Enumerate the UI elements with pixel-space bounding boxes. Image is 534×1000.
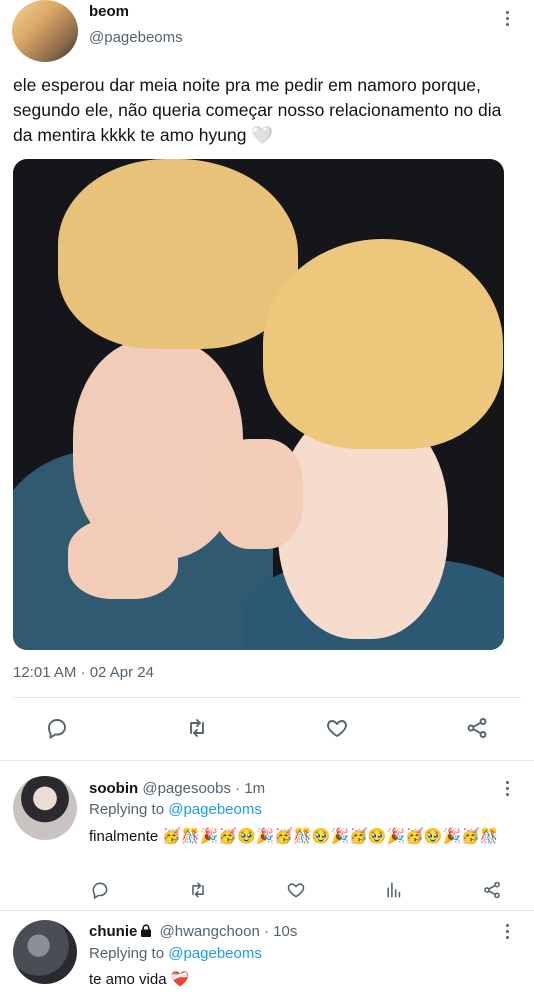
tweet-photo[interactable] xyxy=(13,159,504,650)
author-avatar[interactable] xyxy=(12,0,78,62)
retweet-icon[interactable] xyxy=(185,877,211,903)
like-icon[interactable] xyxy=(324,715,350,741)
author-handle[interactable]: @pagebeoms xyxy=(89,29,183,46)
replying-to-mention[interactable]: @pagebeoms xyxy=(168,945,262,962)
replying-to-mention[interactable]: @pagebeoms xyxy=(168,801,262,818)
replying-to: Replying to @pagebeoms xyxy=(89,801,262,818)
views-icon[interactable] xyxy=(381,877,407,903)
more-options-icon[interactable] xyxy=(497,921,517,941)
section-divider xyxy=(0,760,534,761)
retweet-icon[interactable] xyxy=(184,715,210,741)
replying-to: Replying to @pagebeoms xyxy=(89,945,262,962)
divider xyxy=(13,697,521,698)
reply-text: finalmente 🥳🎊🎉🥳🥹🎉🥳🎊🥹🎉🥳🥹🎉🥳🥹🎉🥳🎊 xyxy=(89,828,499,845)
author-name[interactable]: beom xyxy=(89,3,129,20)
like-icon[interactable] xyxy=(283,877,309,903)
reply-avatar[interactable] xyxy=(13,776,77,840)
replying-to-label: Replying to xyxy=(89,945,169,962)
tweet-timestamp[interactable]: 12:01 AM · 02 Apr 24 xyxy=(13,664,154,681)
lock-icon xyxy=(140,924,152,937)
replying-to-label: Replying to xyxy=(89,801,169,818)
reply-separator: · xyxy=(235,780,241,797)
section-divider xyxy=(0,910,534,911)
more-options-icon[interactable] xyxy=(497,778,517,798)
reply-avatar[interactable] xyxy=(13,920,77,984)
reply-header: soobin @pagesoobs · 1m xyxy=(89,780,265,797)
reply-header: chunie @hwangchoon · 10s xyxy=(89,923,297,940)
share-icon[interactable] xyxy=(464,715,490,741)
tweet-text: ele esperou dar meia noite pra me pedir … xyxy=(13,75,502,145)
reply-author-name[interactable]: soobin xyxy=(89,780,138,797)
share-icon[interactable] xyxy=(479,877,505,903)
reply-author-name[interactable]: chunie xyxy=(89,923,137,940)
reply-text: te amo vida ❤️‍🩹 xyxy=(89,971,190,988)
reply-author-handle[interactable]: @hwangchoon xyxy=(160,923,260,940)
reply-time[interactable]: 1m xyxy=(244,780,265,797)
reply-icon[interactable] xyxy=(87,877,113,903)
reply-author-handle[interactable]: @pagesoobs xyxy=(142,780,231,797)
reply-time[interactable]: 10s xyxy=(273,923,297,940)
reply-icon[interactable] xyxy=(44,715,70,741)
reply-separator: · xyxy=(264,923,269,940)
more-options-icon[interactable] xyxy=(497,8,517,28)
